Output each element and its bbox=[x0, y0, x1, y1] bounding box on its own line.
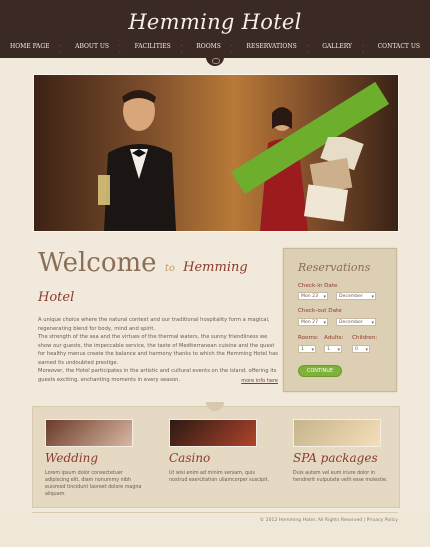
chevron-down-icon: ▾ bbox=[371, 320, 374, 326]
checkout-month-select[interactable]: December ▾ bbox=[336, 318, 376, 326]
casino-title[interactable]: Casino bbox=[169, 451, 210, 465]
checkin-day-select[interactable]: Mon 23 ▾ bbox=[298, 292, 328, 300]
welcome-to: to bbox=[164, 263, 175, 274]
wedding-card: Wedding Lorem ipsum dolor consectetuer a… bbox=[45, 419, 155, 499]
hero-banner bbox=[33, 74, 399, 232]
continue-button[interactable]: CONTINUE bbox=[298, 365, 342, 377]
footer-divider bbox=[32, 512, 398, 513]
chevron-down-icon: ▾ bbox=[371, 294, 374, 300]
checkin-label: Check-in Date bbox=[298, 283, 338, 289]
checkout-day-select[interactable]: Mon 27 ▾ bbox=[298, 318, 328, 326]
welcome-paragraph: A unique choice where the natural contex… bbox=[38, 317, 270, 332]
header: Hemming Hotel HOME PAGE · · ABOUT US · ·… bbox=[0, 0, 430, 58]
brand-logo[interactable]: Hemming Hotel bbox=[0, 10, 430, 34]
services-strip: Wedding Lorem ipsum dolor consectetuer a… bbox=[32, 406, 400, 508]
adults-select[interactable]: 1 ▾ bbox=[324, 345, 342, 353]
casino-image[interactable] bbox=[169, 419, 257, 447]
welcome-section: Welcome to Hemming Hotel A unique choice… bbox=[38, 248, 278, 398]
nav-about[interactable]: ABOUT US bbox=[65, 39, 119, 57]
footer: © 2012 Hemming Hotel. All Rights Reserve… bbox=[0, 512, 430, 547]
footer-copyright: © 2012 Hemming Hotel. All Rights Reserve… bbox=[259, 518, 398, 523]
welcome-heading: Welcome to Hemming Hotel bbox=[38, 248, 278, 308]
more-info-link[interactable]: more info here bbox=[241, 378, 278, 384]
chevron-down-icon: ▾ bbox=[337, 347, 340, 353]
nav-gallery[interactable]: GALLERY bbox=[312, 39, 362, 57]
chevron-down-icon: ▾ bbox=[311, 347, 314, 353]
wedding-title[interactable]: Wedding bbox=[45, 451, 98, 465]
spa-image[interactable] bbox=[293, 419, 381, 447]
casino-card: Casino Ut wisi enim ad minim veniam, qui… bbox=[169, 419, 279, 499]
rooms-label: Rooms: bbox=[298, 335, 319, 341]
spa-card: SPA packages Duis autem vel eum iriure d… bbox=[293, 419, 403, 499]
welcome-word: Welcome bbox=[38, 248, 157, 278]
welcome-paragraph: The strength of the sea and the virtues … bbox=[38, 334, 278, 366]
man-with-champagne-image bbox=[98, 90, 176, 231]
reservations-title: Reservations bbox=[298, 261, 371, 274]
children-label: Children: bbox=[352, 335, 378, 341]
photo-stack-image bbox=[304, 137, 364, 222]
scroll-knob-icon bbox=[206, 54, 224, 66]
wedding-image[interactable] bbox=[45, 419, 133, 447]
wedding-text: Lorem ipsum dolor consectetuer adipiscin… bbox=[45, 471, 142, 497]
spa-title[interactable]: SPA packages bbox=[293, 451, 378, 465]
casino-text: Ut wisi enim ad minim veniam, quis nostr… bbox=[169, 471, 269, 483]
checkin-month-value: December bbox=[339, 294, 363, 299]
hotel-page: Hemming Hotel HOME PAGE · · ABOUT US · ·… bbox=[0, 0, 430, 547]
nav-facilities[interactable]: FACILITIES bbox=[125, 39, 181, 57]
nav-contact[interactable]: CONTACT US bbox=[368, 39, 430, 57]
rooms-select[interactable]: 1 ▾ bbox=[298, 345, 316, 353]
checkin-month-select[interactable]: December ▾ bbox=[336, 292, 376, 300]
checkout-day-value: Mon 27 bbox=[301, 320, 318, 325]
spa-text: Duis autem vel eum iriure dolor in hendr… bbox=[293, 471, 388, 483]
chevron-down-icon: ▾ bbox=[365, 347, 368, 353]
checkin-day-value: Mon 23 bbox=[301, 294, 318, 299]
children-value: 0 bbox=[355, 347, 358, 352]
adults-value: 1 bbox=[327, 347, 330, 352]
adults-label: Adults: bbox=[324, 335, 344, 341]
nav-home[interactable]: HOME PAGE bbox=[0, 39, 60, 57]
children-select[interactable]: 0 ▾ bbox=[352, 345, 370, 353]
chevron-down-icon: ▾ bbox=[323, 294, 326, 300]
rooms-value: 1 bbox=[301, 347, 304, 352]
checkout-month-value: December bbox=[339, 320, 363, 325]
chevron-down-icon: ▾ bbox=[323, 320, 326, 326]
checkout-label: Check-out Date bbox=[298, 308, 342, 314]
reservations-box: Reservations Check-in Date Mon 23 ▾ Dece… bbox=[283, 248, 397, 392]
welcome-body: A unique choice where the natural contex… bbox=[38, 316, 278, 384]
nav-reservations[interactable]: RESERVATIONS bbox=[236, 39, 306, 57]
